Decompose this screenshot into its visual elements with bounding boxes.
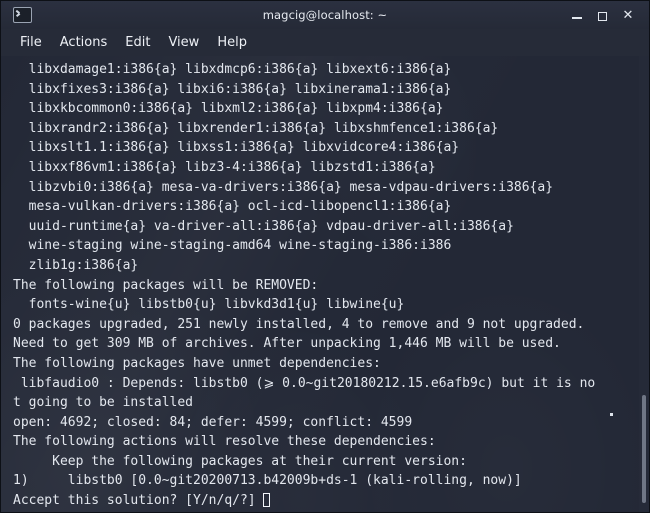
terminal-line: 1) libstb0 [0.0~git20200713.b42009b+ds-1…: [13, 473, 522, 489]
terminal-line: The following packages have unmet depend…: [13, 355, 381, 371]
window-controls: ✕: [572, 9, 643, 22]
scrollbar[interactable]: [639, 56, 649, 512]
menu-item-edit[interactable]: Edit: [116, 33, 159, 52]
terminal-line: libxslt1.1:i386{a} libxss1:i386{a} libxv…: [13, 140, 460, 156]
menu-item-view[interactable]: View: [159, 33, 208, 52]
terminal-line: libxdamage1:i386{a} libxdmcp6:i386{a} li…: [13, 62, 452, 77]
terminal-line: zlib1g:i386{a}: [13, 257, 139, 273]
minimize-icon[interactable]: [572, 9, 583, 22]
prompt-text: Accept this solution? [Y/n/q/?]: [13, 493, 256, 509]
title-bar[interactable]: magcig@localhost: ~ ✕: [1, 1, 649, 29]
terminal-line: Need to get 309 MB of archives. After un…: [13, 336, 561, 352]
terminal-line: mesa-vulkan-drivers:i386{a} ocl-icd-libo…: [13, 199, 452, 215]
window-title: magcig@localhost: ~: [262, 8, 388, 22]
terminal-line: libxxf86vm1:i386{a} libz3-4:i386{a} libz…: [13, 159, 436, 175]
terminal-line: libfaudio0 : Depends: libstb0 (⩾ 0.0~git…: [13, 375, 596, 391]
terminal-line: open: 4692; closed: 84; defer: 4599; con…: [13, 414, 413, 430]
resolver-progress-dot: [610, 413, 613, 416]
terminal-line: The following actions will resolve these…: [13, 434, 436, 450]
terminal-line: wine-staging wine-staging-amd64 wine-sta…: [13, 238, 452, 254]
close-icon[interactable]: ✕: [622, 9, 634, 22]
menu-item-help[interactable]: Help: [208, 33, 256, 52]
scrollbar-thumb[interactable]: [642, 395, 646, 503]
menu-bar: File Actions Edit View Help: [1, 29, 649, 56]
terminal-line: The following packages will be REMOVED:: [13, 277, 319, 293]
menu-item-actions[interactable]: Actions: [51, 33, 117, 52]
text-cursor[interactable]: [263, 493, 271, 508]
terminal-line: 0 packages upgraded, 251 newly installed…: [13, 316, 585, 332]
terminal-screen: libxdamage1:i386{a} libxdmcp6:i386{a} li…: [1, 56, 641, 511]
terminal-icon: [13, 7, 32, 23]
terminal-line: fonts-wine{u} libstb0{u} libvkd3d1{u} li…: [13, 297, 405, 313]
terminal-line: libxrandr2:i386{a} libxrender1:i386{a} l…: [13, 120, 499, 136]
terminal-output-area[interactable]: libxdamage1:i386{a} libxdmcp6:i386{a} li…: [1, 56, 649, 512]
maximize-icon[interactable]: [597, 9, 608, 22]
terminal-prompt-line: Accept this solution? [Y/n/q/?]: [13, 491, 641, 511]
terminal-line: uuid-runtime{a} va-driver-all:i386{a} vd…: [13, 218, 514, 234]
terminal-line: Keep the following packages at their cur…: [13, 453, 467, 469]
terminal-line: t going to be installed: [13, 395, 194, 411]
terminal-line: libzvbi0:i386{a} mesa-va-drivers:i386{a}…: [13, 179, 554, 195]
menu-item-file[interactable]: File: [11, 33, 51, 52]
terminal-window: magcig@localhost: ~ ✕ File Actions Edit …: [0, 0, 650, 513]
terminal-line: libxkbcommon0:i386{a} libxml2:i386{a} li…: [13, 101, 444, 117]
terminal-line: libxfixes3:i386{a} libxi6:i386{a} libxin…: [13, 81, 452, 97]
